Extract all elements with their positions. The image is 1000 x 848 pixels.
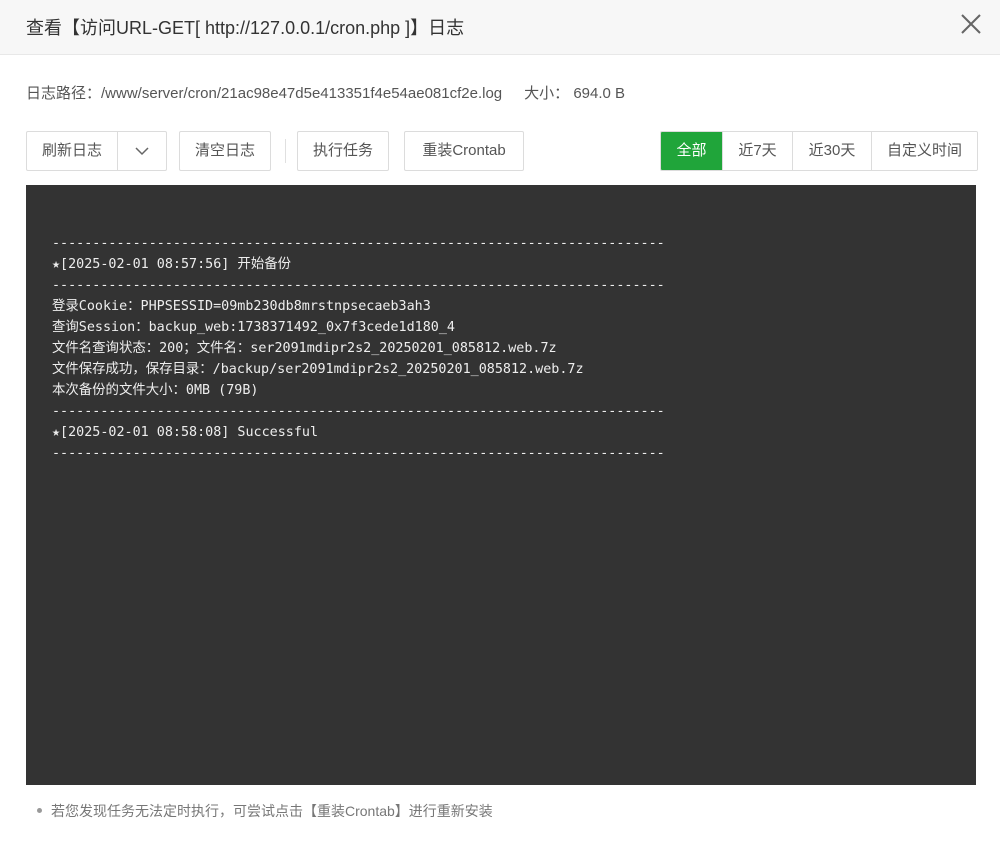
log-path-label: 日志路径： <box>26 85 102 102</box>
log-line: 文件名查询状态：200；文件名：ser2091mdipr2s2_20250201… <box>52 341 557 356</box>
refresh-log-group: 刷新日志 <box>26 131 167 171</box>
log-line: 登录Cookie：PHPSESSID=09mb230db8mrstnpsecae… <box>52 299 431 314</box>
filter-last-30-days[interactable]: 近30天 <box>792 132 871 170</box>
reinstall-crontab-button[interactable]: 重装Crontab <box>404 131 524 171</box>
log-line: ----------------------------------------… <box>52 446 665 461</box>
log-console[interactable]: ----------------------------------------… <box>26 185 976 785</box>
log-size-value: 694.0 B <box>573 85 626 102</box>
run-task-button[interactable]: 执行任务 <box>297 131 389 171</box>
log-line: ★[2025-02-01 08:58:08] Successful <box>52 425 319 440</box>
log-line: 文件保存成功，保存目录：/backup/ser2091mdipr2s2_2025… <box>52 362 584 377</box>
bullet-icon <box>37 807 42 813</box>
filter-last-7-days[interactable]: 近7天 <box>722 132 792 170</box>
filter-all[interactable]: 全部 <box>661 132 722 170</box>
clear-log-button[interactable]: 清空日志 <box>179 131 271 171</box>
log-line: 本次备份的文件大小：0MB (79B) <box>52 383 259 398</box>
filter-custom-time[interactable]: 自定义时间 <box>871 132 977 170</box>
log-line: ----------------------------------------… <box>52 236 665 251</box>
close-icon[interactable] <box>956 9 986 39</box>
help-tip: 若您发现任务无法定时执行，可尝试点击【重装Crontab】进行重新安装 <box>37 801 493 821</box>
log-line: ----------------------------------------… <box>52 278 665 293</box>
log-info: 日志路径：/www/server/cron/21ac98e47d5e413351… <box>26 84 625 104</box>
dialog-title: 查看【访问URL-GET[ http://127.0.0.1/cron.php … <box>26 18 465 38</box>
log-line: 查询Session：backup_web:1738371492_0x7f3ced… <box>52 320 455 335</box>
log-path-value: /www/server/cron/21ac98e47d5e413351f4e54… <box>101 85 503 102</box>
log-line: ----------------------------------------… <box>52 404 665 419</box>
time-filter: 全部 近7天 近30天 自定义时间 <box>660 131 978 171</box>
log-line: ★[2025-02-01 08:57:56] 开始备份 <box>52 257 291 272</box>
refresh-log-button[interactable]: 刷新日志 <box>27 132 118 170</box>
dialog-header: 查看【访问URL-GET[ http://127.0.0.1/cron.php … <box>0 0 1000 55</box>
chevron-down-icon <box>135 147 149 156</box>
toolbar-divider <box>285 139 286 163</box>
help-tip-text: 若您发现任务无法定时执行，可尝试点击【重装Crontab】进行重新安装 <box>51 803 493 819</box>
refresh-dropdown-button[interactable] <box>118 132 166 170</box>
log-size-label: 大小： <box>524 85 570 102</box>
